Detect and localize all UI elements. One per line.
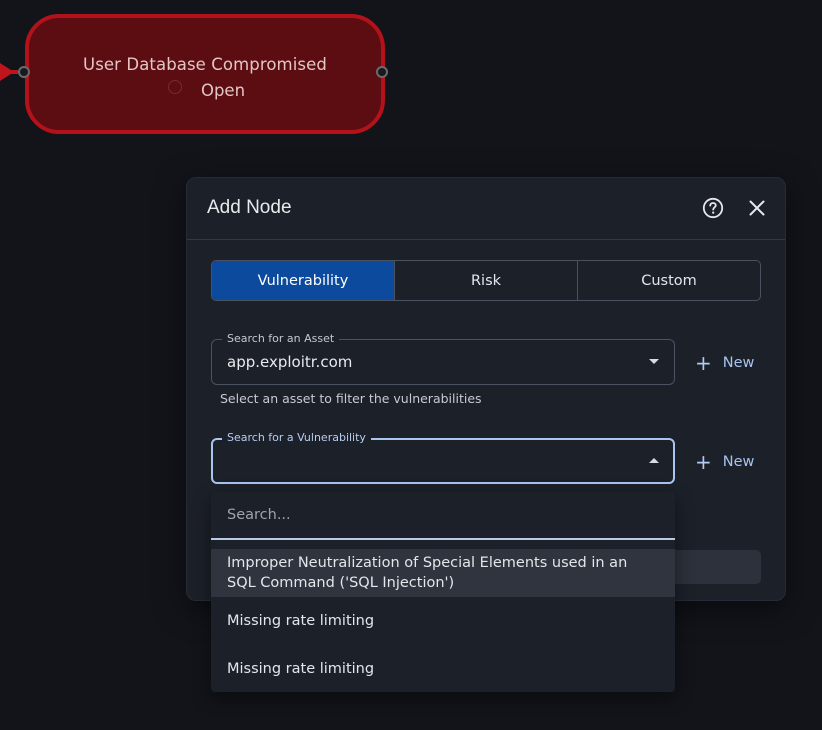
- dropdown-option[interactable]: Missing rate limiting: [211, 659, 675, 679]
- flow-canvas[interactable]: User Database Compromised Open Add Node: [0, 0, 822, 730]
- dropdown-option[interactable]: Missing rate limiting: [211, 611, 675, 631]
- help-button[interactable]: [700, 195, 726, 221]
- asset-helper-text: Select an asset to filter the vulnerabil…: [220, 391, 482, 406]
- graph-node[interactable]: User Database Compromised Open: [25, 14, 385, 134]
- new-vulnerability-label: New: [722, 454, 755, 470]
- dropdown-search: [211, 492, 675, 540]
- tab-risk[interactable]: Risk: [395, 261, 578, 300]
- asset-search-select[interactable]: Search for an Asset app.exploitr.com: [211, 332, 675, 385]
- dialog-header: Add Node: [187, 178, 785, 240]
- vulnerability-dropdown: Improper Neutralization of Special Eleme…: [211, 492, 675, 692]
- tab-vulnerability[interactable]: Vulnerability: [212, 261, 395, 300]
- tab-custom[interactable]: Custom: [578, 261, 760, 300]
- new-asset-button[interactable]: + New: [695, 348, 754, 378]
- dropdown-option[interactable]: Improper Neutralization of Special Eleme…: [211, 549, 675, 597]
- node-type-tabs: Vulnerability Risk Custom: [211, 260, 761, 301]
- plus-icon: +: [695, 450, 712, 474]
- dialog-title: Add Node: [207, 197, 292, 218]
- node-output-handle[interactable]: [376, 66, 388, 78]
- chevron-down-icon[interactable]: [649, 359, 659, 364]
- asset-field-label: Search for an Asset: [222, 332, 340, 346]
- dropdown-search-input[interactable]: [211, 492, 675, 538]
- vulnerability-field-label: Search for a Vulnerability: [222, 431, 371, 445]
- vulnerability-search-select[interactable]: Search for a Vulnerability: [211, 431, 675, 484]
- chevron-up-icon[interactable]: [649, 458, 659, 463]
- asset-field-value: app.exploitr.com: [227, 353, 353, 371]
- node-title: User Database Compromised: [83, 55, 327, 74]
- question-circle-icon: [702, 197, 724, 219]
- close-icon: [749, 200, 765, 216]
- node-input-handle[interactable]: [18, 66, 30, 78]
- close-button[interactable]: [744, 195, 770, 221]
- edge-arrow-icon: [0, 63, 14, 81]
- new-vulnerability-button[interactable]: + New: [695, 447, 754, 477]
- new-asset-label: New: [722, 355, 755, 371]
- node-status: Open: [200, 81, 246, 100]
- plus-icon: +: [695, 351, 712, 375]
